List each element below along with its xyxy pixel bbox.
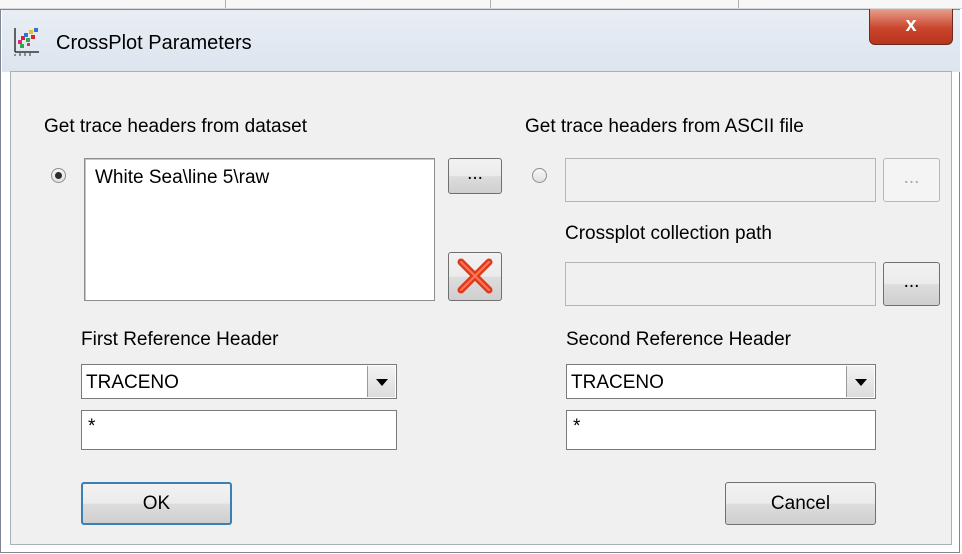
collection-path-field[interactable]: [565, 262, 876, 306]
first-reference-filter-value: *: [88, 416, 96, 437]
dataset-browse-button[interactable]: ...: [448, 158, 502, 194]
crossplot-dialog: CrossPlot Parameters x Get trace headers…: [0, 9, 960, 553]
dataset-section-label: Get trace headers from dataset: [44, 116, 307, 137]
collection-browse-label: ...: [903, 271, 920, 292]
dataset-path-field[interactable]: White Sea\line 5\raw: [84, 158, 435, 301]
chevron-down-icon[interactable]: [367, 366, 395, 397]
close-button[interactable]: x: [869, 9, 953, 45]
ascii-radio[interactable]: [532, 168, 547, 183]
ascii-section-label: Get trace headers from ASCII file: [525, 116, 804, 137]
window-title: CrossPlot Parameters: [56, 32, 252, 54]
delete-x-icon: [457, 258, 493, 294]
collection-browse-button[interactable]: ...: [883, 262, 940, 306]
ascii-file-field[interactable]: [565, 158, 876, 202]
second-reference-filter-value: *: [573, 416, 581, 437]
ok-button[interactable]: OK: [81, 482, 232, 525]
second-reference-label: Second Reference Header: [566, 329, 791, 350]
close-icon: x: [905, 14, 917, 36]
collection-path-label: Crossplot collection path: [565, 223, 772, 244]
first-reference-value: TRACENO: [86, 372, 179, 393]
dataset-path-value: White Sea\line 5\raw: [95, 167, 270, 188]
dataset-radio[interactable]: [51, 168, 66, 183]
dataset-browse-label: ...: [467, 163, 483, 184]
second-reference-select[interactable]: TRACENO: [566, 364, 876, 399]
cancel-button[interactable]: Cancel: [725, 482, 876, 525]
crossplot-app-icon: [14, 28, 39, 56]
first-reference-label: First Reference Header: [81, 329, 279, 350]
second-reference-filter-input[interactable]: *: [566, 410, 876, 450]
ascii-browse-button[interactable]: ...: [883, 158, 940, 202]
chevron-down-icon[interactable]: [846, 366, 874, 397]
first-reference-filter-input[interactable]: *: [81, 410, 397, 450]
ok-button-label: OK: [142, 493, 171, 514]
dialog-client-area: Get trace headers from dataset White Sea…: [10, 71, 952, 545]
title-bar[interactable]: CrossPlot Parameters x: [2, 9, 960, 72]
first-reference-select[interactable]: TRACENO: [81, 364, 397, 399]
background-strip: [0, 0, 962, 9]
cancel-button-label: Cancel: [770, 493, 831, 514]
remove-dataset-button[interactable]: [448, 252, 502, 301]
second-reference-value: TRACENO: [571, 372, 664, 393]
ascii-browse-label: ...: [903, 167, 920, 188]
